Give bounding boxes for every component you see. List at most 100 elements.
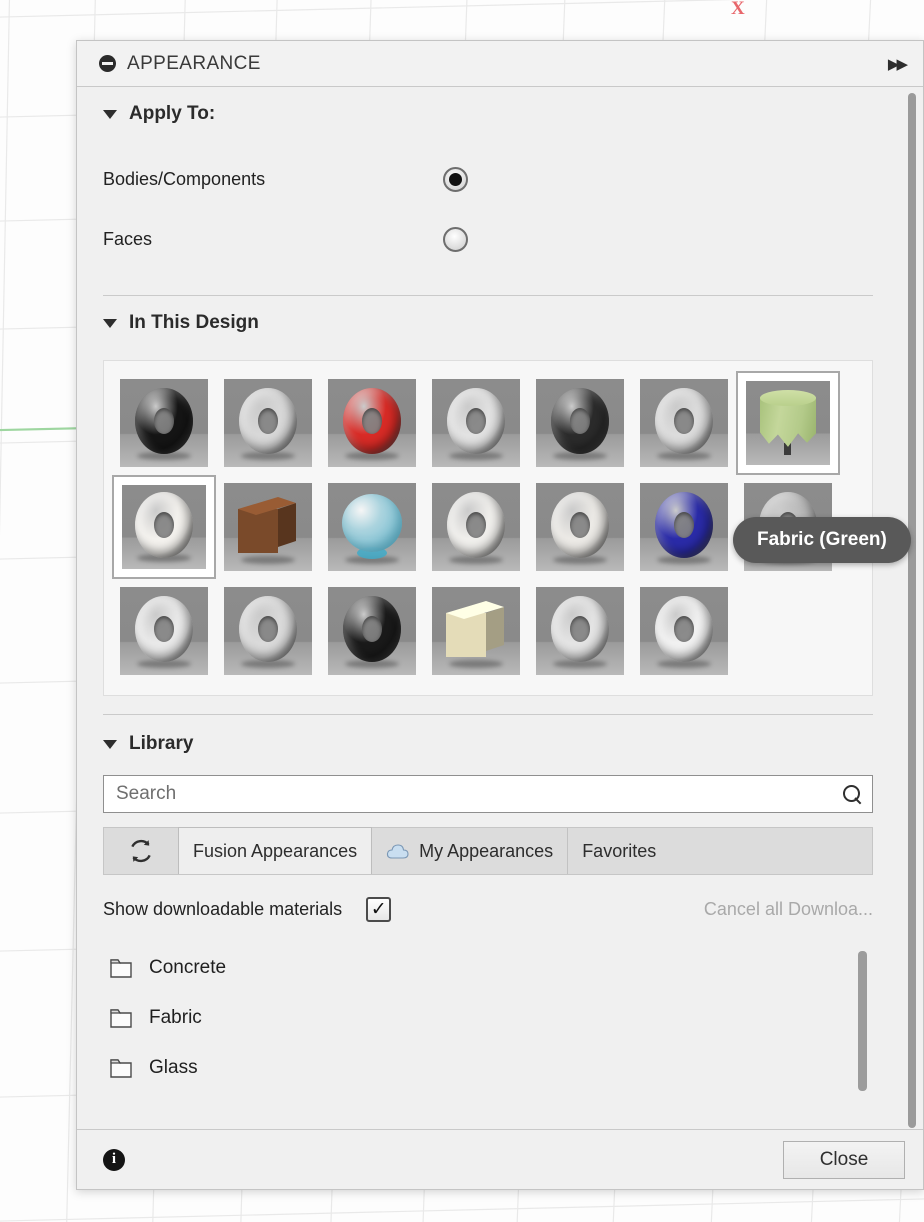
appearance-thumbnail[interactable] xyxy=(528,475,632,579)
torus-shape xyxy=(135,492,193,559)
apply-to-options: Bodies/Components Faces xyxy=(77,141,899,291)
folder-icon xyxy=(110,1009,132,1028)
folder-icon xyxy=(110,1059,132,1078)
appearance-thumbnail[interactable] xyxy=(112,371,216,475)
radio-row-bodies-components[interactable]: Bodies/Components xyxy=(77,149,899,209)
tab-fusion-appearances[interactable]: Fusion Appearances xyxy=(178,827,373,874)
appearance-thumbnail[interactable] xyxy=(632,371,736,475)
dialog-footer: i Close xyxy=(77,1129,923,1189)
refresh-button[interactable] xyxy=(104,828,178,874)
library-title: Library xyxy=(129,733,194,754)
appearance-thumbnail[interactable] xyxy=(112,475,216,579)
in-this-design-title: In This Design xyxy=(129,312,259,333)
folder-item-glass[interactable]: Glass xyxy=(103,1043,873,1093)
close-button[interactable]: Close xyxy=(783,1140,905,1179)
appearance-thumbnail[interactable] xyxy=(320,475,424,579)
show-downloadable-checkbox[interactable]: ✓ xyxy=(366,896,392,922)
appearance-thumbnail-image-torus xyxy=(328,379,416,467)
apply-to-title: Apply To: xyxy=(129,103,216,124)
dialog-scrollbar-track[interactable] xyxy=(901,87,923,1129)
torus-shape xyxy=(447,492,505,559)
appearance-thumbnail-image-fabric xyxy=(746,381,830,465)
appearance-thumbnail[interactable] xyxy=(736,371,840,475)
cube-side xyxy=(278,503,296,547)
search-input[interactable] xyxy=(116,783,843,805)
dialog-scroll-body: Apply To: Bodies/Components Faces In Thi… xyxy=(77,87,923,1129)
appearance-thumbnail-image-torus xyxy=(640,379,728,467)
library-section: Library Search Fusion Appearances My App… xyxy=(77,715,899,1093)
thumbnail-shadow xyxy=(241,556,295,564)
folder-label-glass: Glass xyxy=(149,1057,198,1078)
appearance-thumbnail[interactable] xyxy=(424,579,528,683)
cancel-all-downloads-button[interactable]: Cancel all Downloa... xyxy=(704,899,873,920)
radio-bodies-components[interactable] xyxy=(443,166,468,192)
appearance-thumbnail[interactable] xyxy=(216,579,320,683)
thumbnail-shadow xyxy=(449,660,503,668)
appearance-thumbnail[interactable] xyxy=(216,475,320,579)
appearance-thumbnail[interactable] xyxy=(632,475,736,579)
apply-to-section-header[interactable]: Apply To: xyxy=(77,87,899,141)
appearance-thumbnail[interactable] xyxy=(112,579,216,683)
fabric-top xyxy=(760,390,816,406)
info-icon[interactable]: i xyxy=(103,1148,125,1171)
torus-shape xyxy=(343,388,401,455)
thumbnail-tooltip: Fabric (Green) xyxy=(733,517,911,563)
torus-shape xyxy=(655,492,713,559)
torus-shape xyxy=(239,388,297,455)
radio-label-bodies-components: Bodies/Components xyxy=(103,168,266,189)
appearance-thumbnail-image-cube xyxy=(224,483,312,571)
folder-icon xyxy=(110,959,132,978)
appearance-thumbnail-image-torus xyxy=(224,379,312,467)
folder-item-fabric[interactable]: Fabric xyxy=(103,993,873,1043)
checkmark-icon: ✓ xyxy=(370,898,387,920)
refresh-icon xyxy=(131,839,151,863)
minus-circle-icon[interactable] xyxy=(99,55,116,72)
appearance-thumbnail[interactable] xyxy=(528,579,632,683)
torus-shape xyxy=(343,596,401,663)
library-tab-bar: Fusion Appearances My Appearances Favori… xyxy=(103,827,873,875)
triangle-down-icon xyxy=(103,318,117,328)
tab-label-fusion-appearances: Fusion Appearances xyxy=(193,840,358,861)
appearance-thumbnail[interactable] xyxy=(424,371,528,475)
appearance-thumbnail[interactable] xyxy=(632,579,736,683)
appearance-thumbnail-image-torus xyxy=(640,587,728,675)
fabric-table xyxy=(756,388,820,458)
appearance-thumbnail-image-torus xyxy=(432,379,520,467)
torus-shape xyxy=(655,388,713,455)
appearance-thumbnail[interactable] xyxy=(320,579,424,683)
dialog-titlebar[interactable]: APPEARANCE ▶▶ xyxy=(77,41,923,87)
appearance-thumbnail-image-torus xyxy=(224,587,312,675)
radio-label-faces: Faces xyxy=(103,228,153,249)
dialog-scrollbar-thumb[interactable] xyxy=(908,93,916,1128)
appearance-thumbnail-image-torus xyxy=(536,587,624,675)
appearance-thumbnail[interactable] xyxy=(320,371,424,475)
appearance-thumbnail-image-torus xyxy=(122,485,206,569)
appearance-thumbnail[interactable] xyxy=(424,475,528,579)
library-folder-list: Concrete Fabric Glass xyxy=(103,943,873,1093)
appearance-thumbnail-image-torus xyxy=(432,483,520,571)
appearance-thumbnail-image-glass xyxy=(328,483,416,571)
folder-label-fabric: Fabric xyxy=(149,1007,202,1028)
appearance-thumbnail-image-torus xyxy=(328,587,416,675)
torus-shape xyxy=(551,596,609,663)
magnifier-icon[interactable] xyxy=(843,784,862,804)
search-box[interactable] xyxy=(103,775,873,813)
folder-list-scrollbar[interactable] xyxy=(858,951,867,1091)
library-section-header[interactable]: Library xyxy=(77,717,899,771)
radio-row-faces[interactable]: Faces xyxy=(77,209,899,269)
radio-faces[interactable] xyxy=(443,226,468,252)
in-this-design-section-header[interactable]: In This Design xyxy=(77,296,899,350)
glass-sphere xyxy=(342,494,402,553)
torus-shape xyxy=(135,388,193,455)
appearance-thumbnail-image-torus xyxy=(120,379,208,467)
tab-favorites[interactable]: Favorites xyxy=(568,828,670,874)
appearance-thumbnail[interactable] xyxy=(528,371,632,475)
tab-my-appearances[interactable]: My Appearances xyxy=(372,828,569,874)
torus-shape xyxy=(239,596,297,663)
cube-front xyxy=(238,509,278,553)
appearance-thumbnail[interactable] xyxy=(216,371,320,475)
double-chevron-right-icon[interactable]: ▶▶ xyxy=(888,55,909,73)
torus-shape xyxy=(551,388,609,455)
folder-item-concrete[interactable]: Concrete xyxy=(103,943,873,993)
appearance-thumbnail-image-cube xyxy=(432,587,520,675)
